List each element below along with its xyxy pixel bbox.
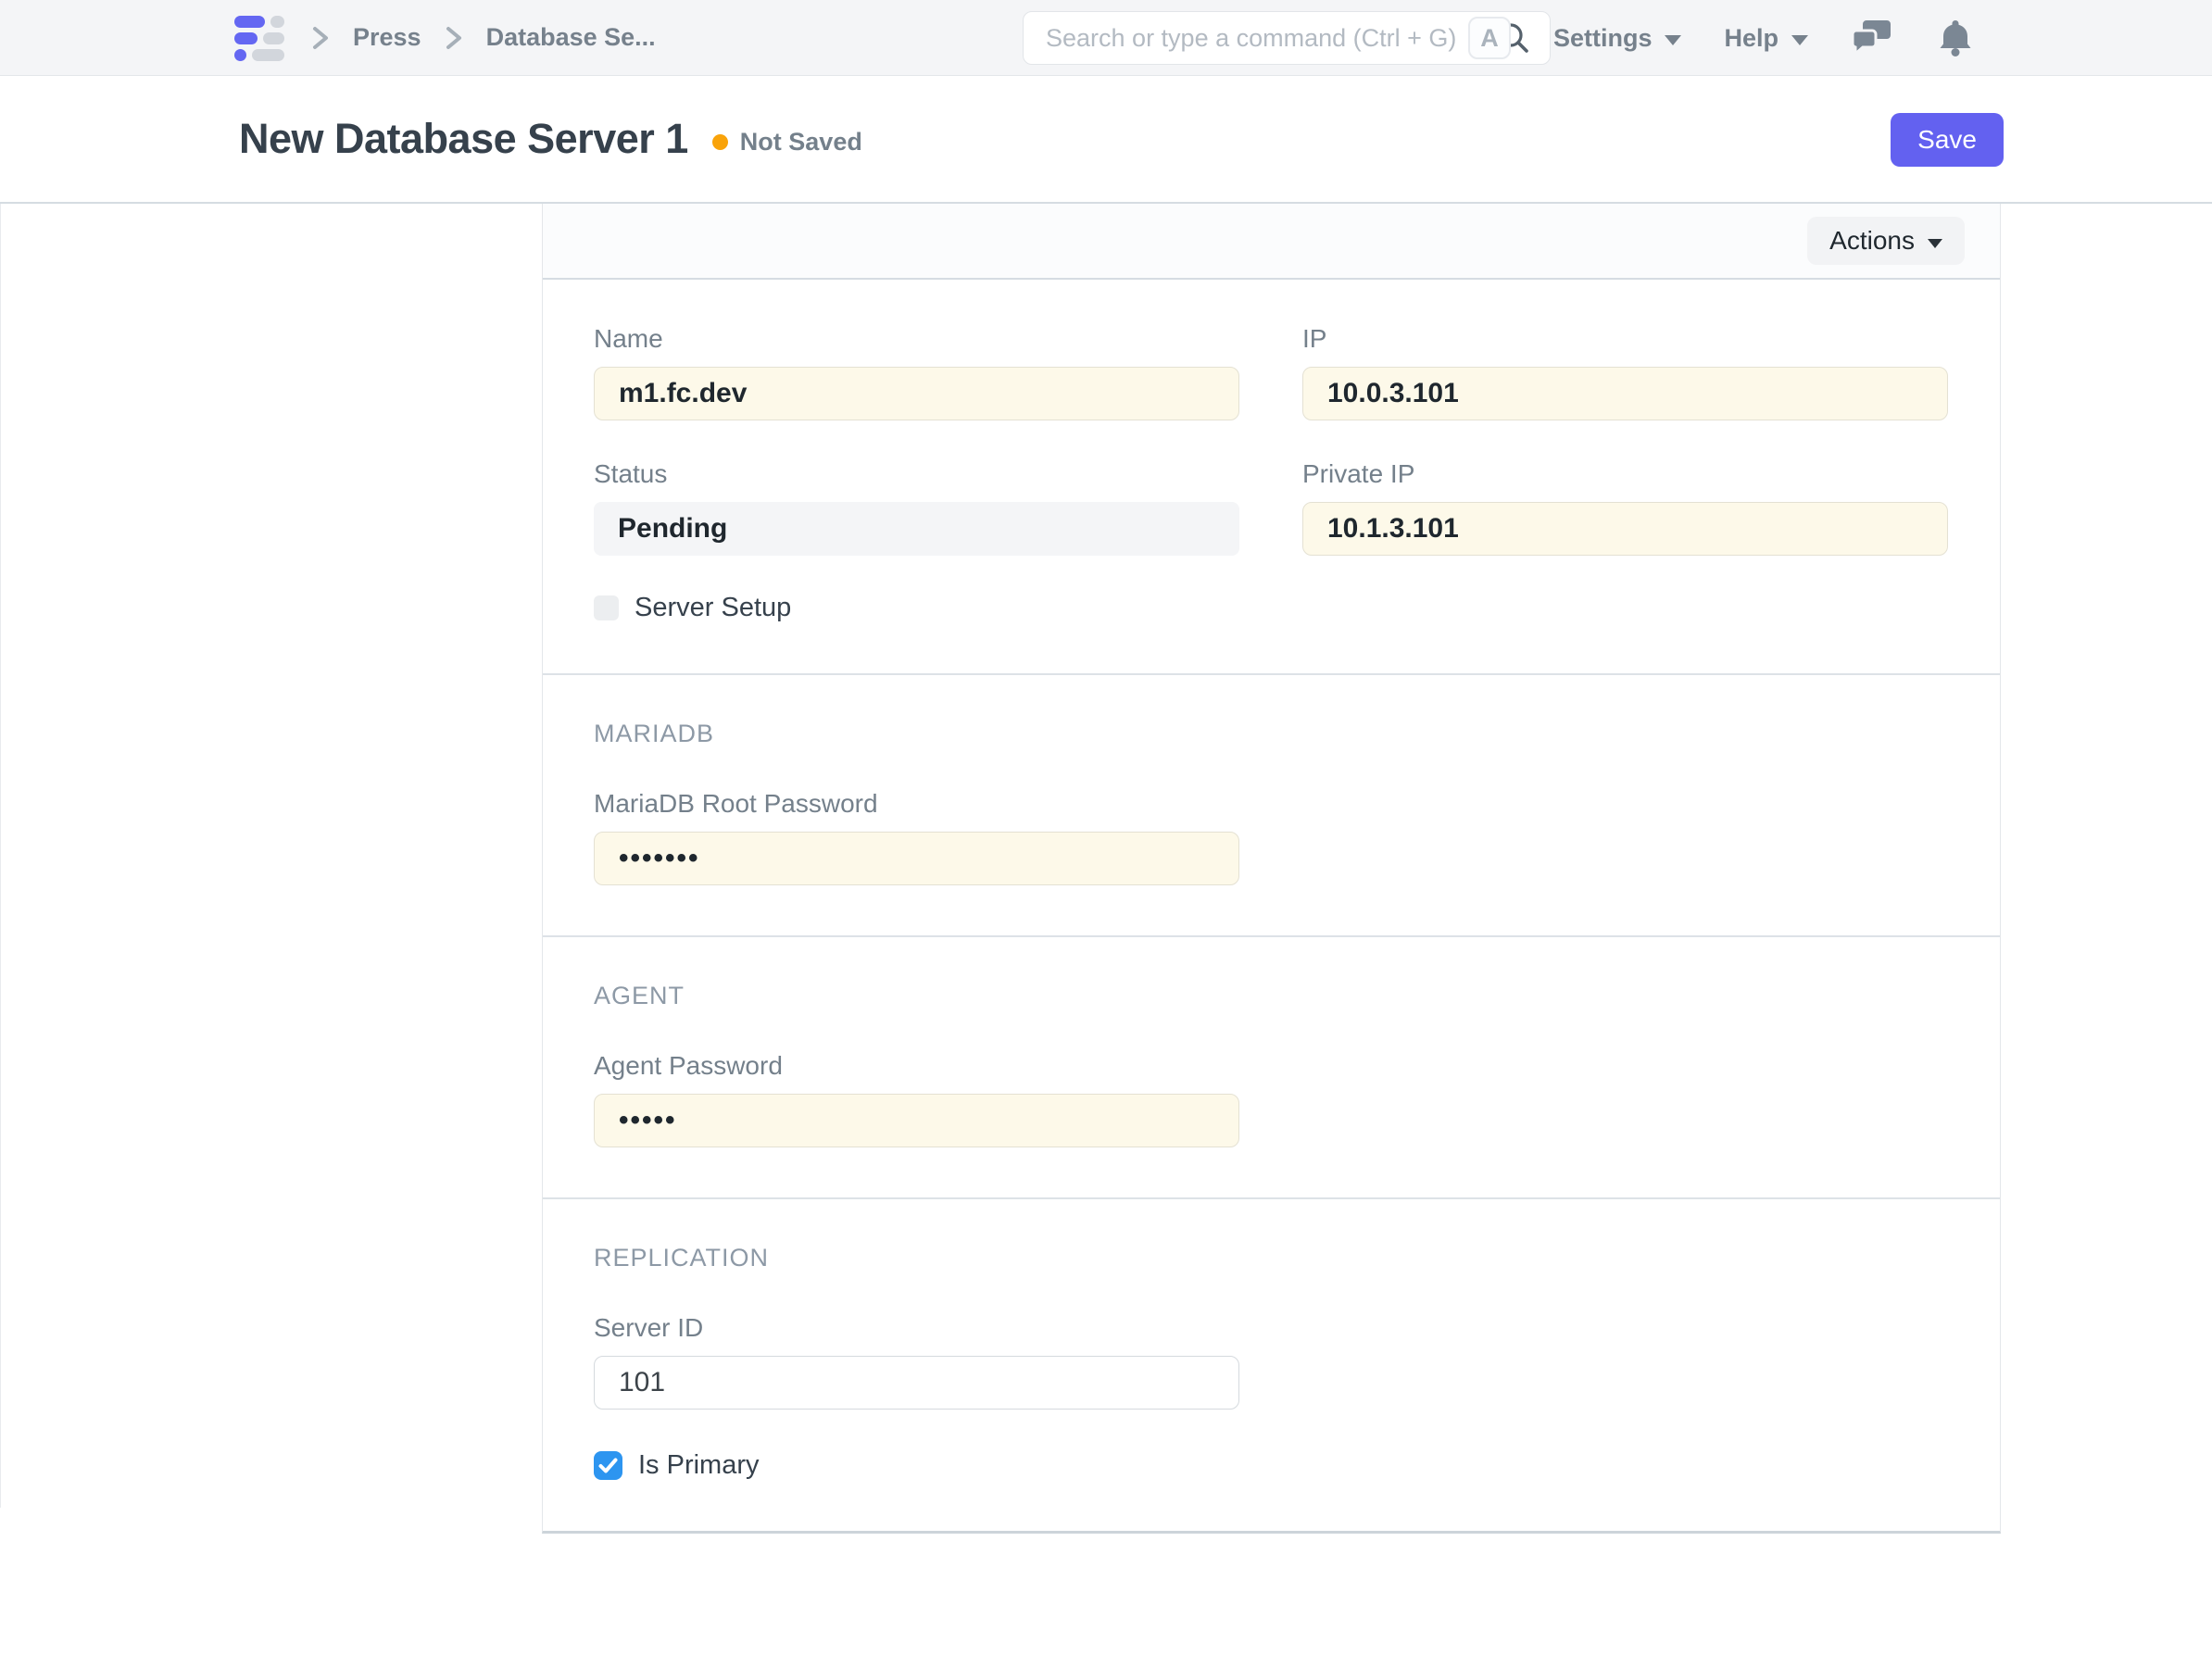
chevron-right-icon (444, 22, 464, 54)
chevron-down-icon (1928, 239, 1942, 248)
agent-password-label: Agent Password (594, 1051, 1239, 1081)
field-name-label: Name (594, 324, 1239, 354)
help-menu[interactable]: Help (1724, 24, 1808, 53)
field-ip: IP (1302, 324, 1948, 420)
actions-button[interactable]: Actions (1807, 217, 1965, 265)
server-setup-label: Server Setup (635, 593, 791, 623)
app-logo-icon[interactable] (234, 16, 284, 60)
breadcrumb-item-press[interactable]: Press (353, 23, 421, 52)
status-value: Pending (594, 502, 1239, 556)
server-id-label: Server ID (594, 1313, 1239, 1343)
name-input[interactable] (594, 367, 1239, 420)
is-primary-checkbox[interactable]: Is Primary (594, 1450, 760, 1481)
unsaved-dot-icon (712, 134, 728, 150)
unsaved-indicator-label: Not Saved (740, 128, 862, 157)
chat-icon[interactable] (1851, 18, 1893, 58)
ip-input[interactable] (1302, 367, 1948, 420)
search-input[interactable] (1046, 24, 1496, 53)
chevron-down-icon (1791, 35, 1808, 45)
is-primary-label: Is Primary (638, 1450, 760, 1481)
field-agent-password: Agent Password (594, 1051, 1239, 1147)
page-header: New Database Server 1 Not Saved Save (0, 76, 2212, 204)
mariadb-root-password-input[interactable] (594, 832, 1239, 885)
checkbox-unchecked-icon (594, 595, 619, 620)
field-name: Name (594, 324, 1239, 420)
notifications-bell-icon[interactable] (1936, 18, 1975, 58)
unsaved-indicator: Not Saved (712, 128, 862, 157)
chevron-right-icon (310, 22, 331, 54)
server-id-input[interactable] (594, 1356, 1239, 1410)
section-agent-heading: AGENT (594, 982, 1948, 1010)
field-ip-label: IP (1302, 324, 1948, 354)
field-status-label: Status (594, 459, 1239, 489)
page-title: New Database Server 1 (239, 115, 688, 163)
navbar-right: A Settings Help (1468, 0, 1975, 76)
chevron-down-icon (1665, 35, 1681, 45)
section-basic: Name IP Status Pending Private IP Server… (543, 280, 2000, 675)
mariadb-root-password-label: MariaDB Root Password (594, 789, 1239, 819)
field-server-id: Server ID (594, 1313, 1239, 1410)
private-ip-input[interactable] (1302, 502, 1948, 556)
breadcrumb: Press Database Se... (310, 22, 656, 54)
field-mariadb-root-password: MariaDB Root Password (594, 789, 1239, 885)
field-private-ip: Private IP (1302, 459, 1948, 556)
field-private-ip-label: Private IP (1302, 459, 1948, 489)
section-mariadb-heading: MARIADB (594, 720, 1948, 748)
field-status: Status Pending (594, 459, 1239, 556)
section-agent: AGENT Agent Password (543, 937, 2000, 1199)
section-replication: REPLICATION Server ID Is Primary (543, 1199, 2000, 1531)
section-mariadb: MARIADB MariaDB Root Password (543, 675, 2000, 937)
agent-password-input[interactable] (594, 1094, 1239, 1147)
form-container: Actions Name IP Status Pending Private I… (542, 204, 2001, 1534)
form-toolbar: Actions (543, 204, 2000, 280)
breadcrumb-item-database-servers[interactable]: Database Se... (486, 23, 656, 52)
avatar[interactable]: A (1468, 17, 1511, 59)
settings-menu[interactable]: Settings (1553, 24, 1682, 53)
left-edge-divider (0, 204, 1, 1508)
server-setup-checkbox[interactable]: Server Setup (594, 593, 791, 623)
section-replication-heading: REPLICATION (594, 1244, 1948, 1272)
checkbox-checked-icon (594, 1451, 622, 1480)
save-button[interactable]: Save (1891, 113, 2004, 167)
navbar: Press Database Se... A Settings Help (0, 0, 2212, 76)
